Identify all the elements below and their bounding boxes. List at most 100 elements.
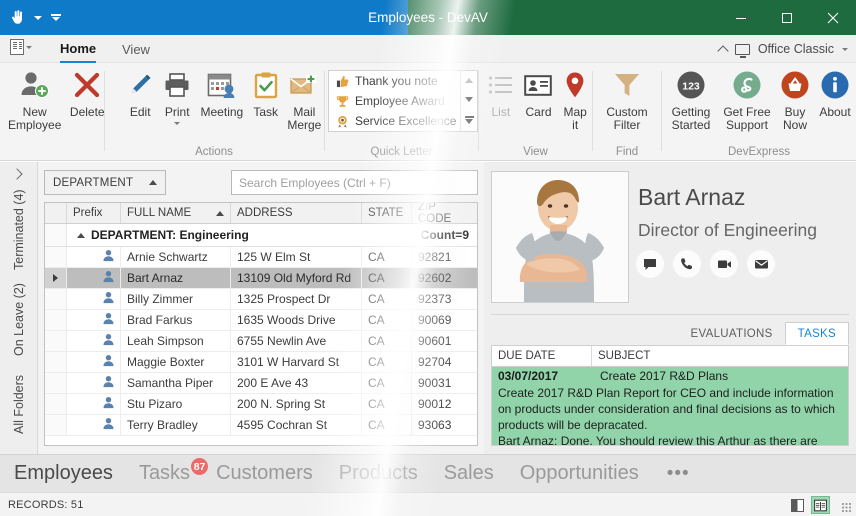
- split-view-icon[interactable]: [788, 496, 807, 514]
- gallery-item-thank-you-note[interactable]: Thank you note: [329, 71, 477, 91]
- row-indicator[interactable]: [45, 289, 67, 309]
- ribbon-tab-view[interactable]: View: [122, 35, 150, 63]
- scroll-up-icon[interactable]: [465, 78, 473, 83]
- cell-full-name: Terry Bradley: [121, 415, 231, 435]
- new-employee-button[interactable]: New Employee: [8, 63, 61, 132]
- table-row[interactable]: Terry Bradley4595 Cochran StCA93063: [45, 415, 477, 436]
- nav-item-employees[interactable]: Employees: [14, 462, 113, 485]
- hand-cursor-icon[interactable]: [10, 10, 25, 25]
- tab-tasks-label: TASKS: [798, 328, 836, 340]
- qat-caret-down-icon[interactable]: [34, 16, 42, 20]
- chevron-right-icon[interactable]: [11, 168, 22, 179]
- grid-header-address[interactable]: ADDRESS: [231, 203, 362, 223]
- quick-letter-gallery[interactable]: Thank you note Employee Award: [328, 70, 478, 132]
- table-row[interactable]: Bart Arnaz13109 Old Myford RdCA92602: [45, 268, 477, 289]
- row-indicator[interactable]: [45, 352, 67, 372]
- tasks-header-subject[interactable]: SUBJECT: [592, 346, 848, 366]
- search-input[interactable]: Search Employees (Ctrl + F): [231, 170, 478, 195]
- table-row[interactable]: Samantha Piper200 E Ave 43CA90031: [45, 373, 477, 394]
- about-label: About: [819, 106, 850, 119]
- nav-item-products[interactable]: Products: [339, 462, 418, 485]
- task-clipboard-icon: [253, 69, 279, 101]
- row-indicator[interactable]: [45, 268, 67, 288]
- grid-group-row[interactable]: DEPARTMENT: Engineering Count=9: [45, 224, 477, 247]
- tasks-header-due-date[interactable]: DUE DATE: [492, 346, 592, 366]
- gallery-dropdown-icon[interactable]: [465, 116, 474, 124]
- chat-icon[interactable]: [636, 250, 664, 278]
- cell-prefix: [67, 289, 121, 309]
- buy-now-button[interactable]: Buy Now: [776, 63, 814, 132]
- row-indicator[interactable]: [45, 373, 67, 393]
- list-view-button[interactable]: List: [483, 63, 519, 119]
- get-free-support-button[interactable]: Get Free Support: [719, 63, 775, 132]
- mail-merge-button[interactable]: Mail Merge: [285, 63, 324, 132]
- task-row[interactable]: 03/07/2017 Create 2017 R&D Plans Create …: [492, 367, 848, 446]
- map-it-button[interactable]: Map it: [558, 63, 592, 132]
- email-icon[interactable]: [747, 250, 775, 278]
- print-button[interactable]: Print: [159, 63, 195, 125]
- table-row[interactable]: Maggie Boxter3101 W Harvard StCA92704: [45, 352, 477, 373]
- about-button[interactable]: About: [815, 63, 855, 119]
- minimize-button[interactable]: [718, 0, 764, 35]
- nav-overflow-button[interactable]: •••: [667, 463, 690, 485]
- task-button[interactable]: Task: [249, 63, 283, 119]
- row-indicator[interactable]: [45, 331, 67, 351]
- file-menu-icon[interactable]: [10, 39, 32, 55]
- row-indicator[interactable]: [45, 310, 67, 330]
- gallery-scrollbar[interactable]: [460, 71, 477, 131]
- resize-grip-icon[interactable]: [842, 503, 852, 513]
- monitor-icon: [735, 44, 750, 55]
- card-view-button[interactable]: Card: [520, 63, 558, 119]
- side-tab-all-folders[interactable]: All Folders: [0, 364, 38, 444]
- row-indicator[interactable]: [45, 394, 67, 414]
- row-indicator[interactable]: [45, 415, 67, 435]
- grid-header-prefix[interactable]: Prefix: [67, 203, 121, 223]
- cell-address: 1325 Prospect Dr: [231, 289, 362, 309]
- employees-grid[interactable]: Prefix FULL NAME ADDRESS STATE ZIP CODE: [44, 202, 478, 446]
- tab-tasks[interactable]: TASKS: [785, 322, 849, 345]
- edit-button[interactable]: Edit: [123, 63, 157, 119]
- cell-zip-code: 92821: [412, 247, 477, 267]
- close-button[interactable]: [810, 0, 856, 35]
- table-row[interactable]: Billy Zimmer1325 Prospect DrCA92373: [45, 289, 477, 310]
- gallery-item-service-excellence[interactable]: Service Excellence: [329, 111, 477, 131]
- meeting-button[interactable]: Meeting: [197, 63, 246, 119]
- nav-item-container: Employees Tasks87 Customers Products Sales Op…: [14, 462, 639, 485]
- scroll-down-icon[interactable]: [465, 97, 473, 102]
- tasks-grid[interactable]: DUE DATE SUBJECT 03/07/2017 Create 2017 …: [491, 345, 849, 446]
- skin-caret-down-icon[interactable]: [842, 48, 848, 51]
- group-collapse-icon[interactable]: [77, 233, 85, 238]
- cell-zip-code: 92704: [412, 352, 477, 372]
- table-row[interactable]: Stu Pizaro200 N. Spring StCA90012: [45, 394, 477, 415]
- ribbon-tab-row: Home View Office Classic: [0, 35, 856, 63]
- chevron-up-icon[interactable]: [717, 45, 728, 56]
- tab-evaluations[interactable]: EVALUATIONS: [679, 322, 785, 345]
- nav-item-opportunities[interactable]: Opportunities: [520, 462, 639, 485]
- nav-item-customers[interactable]: Customers: [216, 462, 313, 485]
- print-caret-down-icon[interactable]: [174, 122, 180, 125]
- custom-filter-button[interactable]: Custom Filter: [597, 63, 657, 132]
- grid-header-zip-code[interactable]: ZIP CODE: [412, 203, 477, 223]
- group-by-department-button[interactable]: DEPARTMENT: [44, 170, 166, 195]
- table-row[interactable]: Arnie Schwartz125 W Elm StCA92821: [45, 247, 477, 268]
- grid-header-state[interactable]: STATE: [362, 203, 412, 223]
- skin-name-label[interactable]: Office Classic: [758, 42, 834, 56]
- phone-icon[interactable]: [673, 250, 701, 278]
- row-indicator[interactable]: [45, 247, 67, 267]
- ribbon-tab-home[interactable]: Home: [60, 35, 96, 63]
- table-row[interactable]: Leah Simpson6755 Newlin AveCA90601: [45, 331, 477, 352]
- video-icon[interactable]: [710, 250, 738, 278]
- detail-view-icon[interactable]: [811, 496, 830, 514]
- table-row[interactable]: Brad Farkus1635 Woods DriveCA90069: [45, 310, 477, 331]
- nav-item-sales[interactable]: Sales: [444, 462, 494, 485]
- grid-header-full-name[interactable]: FULL NAME: [121, 203, 231, 223]
- nav-item-tasks[interactable]: Tasks87: [139, 462, 190, 485]
- ribbon-group-find: Custom Filter Find: [593, 63, 661, 161]
- gallery-item-employee-award[interactable]: Employee Award: [329, 91, 477, 111]
- customize-qat-icon[interactable]: [51, 14, 61, 21]
- getting-started-button[interactable]: 123 Getting Started: [664, 63, 718, 132]
- side-tab-terminated[interactable]: Terminated (4): [0, 184, 38, 276]
- maximize-button[interactable]: [764, 0, 810, 35]
- ribbon-group-actions: New Employee Delete: [0, 63, 324, 161]
- side-tab-on-leave[interactable]: On Leave (2): [0, 278, 38, 362]
